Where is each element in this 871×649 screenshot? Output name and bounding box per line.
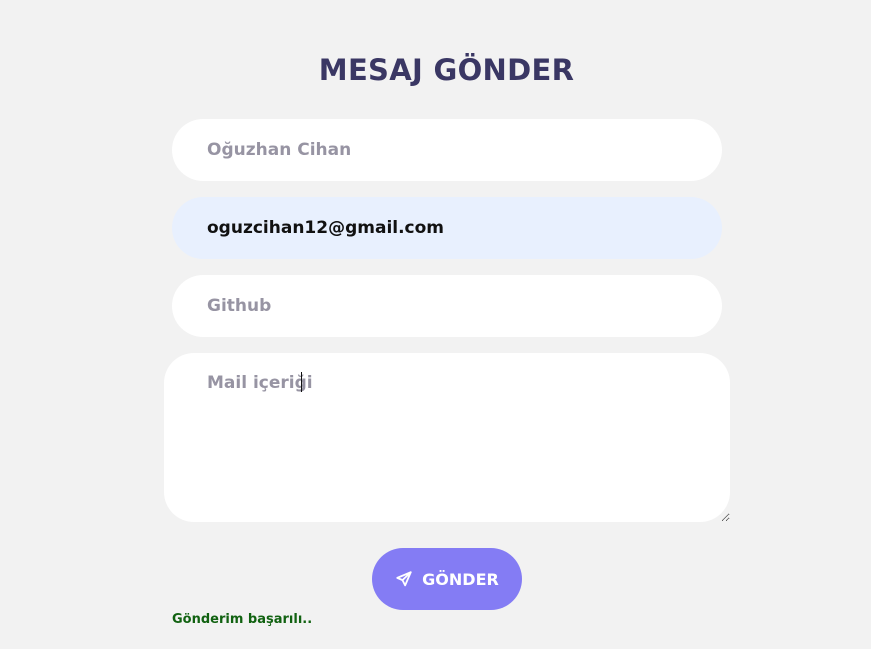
email-input[interactable] bbox=[172, 197, 722, 259]
send-button-label: GÖNDER bbox=[422, 569, 499, 589]
github-input[interactable] bbox=[172, 275, 722, 337]
page-title: MESAJ GÖNDER bbox=[318, 53, 575, 88]
name-input[interactable] bbox=[172, 119, 722, 181]
send-button[interactable]: GÖNDER bbox=[372, 548, 522, 610]
status-message: Gönderim başarılı.. bbox=[172, 612, 313, 627]
contact-page: MESAJ GÖNDER GÖNDER Gönderim başarılı.. bbox=[0, 0, 871, 649]
paper-plane-icon bbox=[396, 571, 412, 587]
text-cursor bbox=[301, 372, 302, 392]
message-textarea[interactable] bbox=[164, 353, 730, 522]
